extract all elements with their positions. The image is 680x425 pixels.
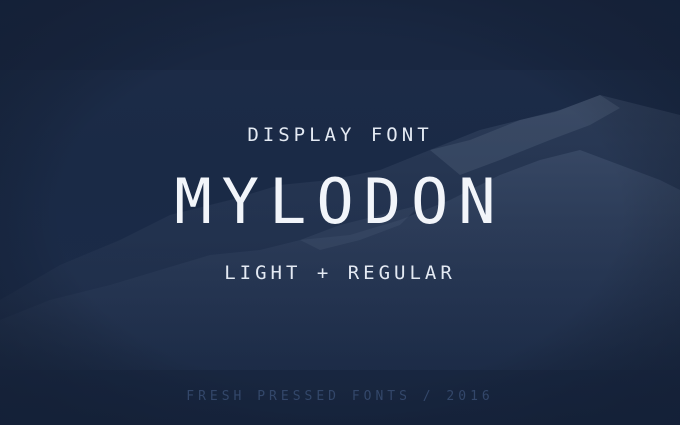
text-layer: DISPLAY FONT MYLODON LIGHT + REGULAR FRE… bbox=[0, 0, 680, 425]
credit-text: FRESH PRESSED FONTS / 2016 bbox=[186, 389, 494, 404]
font-name-title: MYLODON bbox=[174, 165, 506, 238]
font-poster: DISPLAY FONT MYLODON LIGHT + REGULAR FRE… bbox=[0, 0, 680, 425]
weights-text: LIGHT + REGULAR bbox=[224, 262, 456, 284]
subtitle-text: DISPLAY FONT bbox=[247, 124, 433, 146]
